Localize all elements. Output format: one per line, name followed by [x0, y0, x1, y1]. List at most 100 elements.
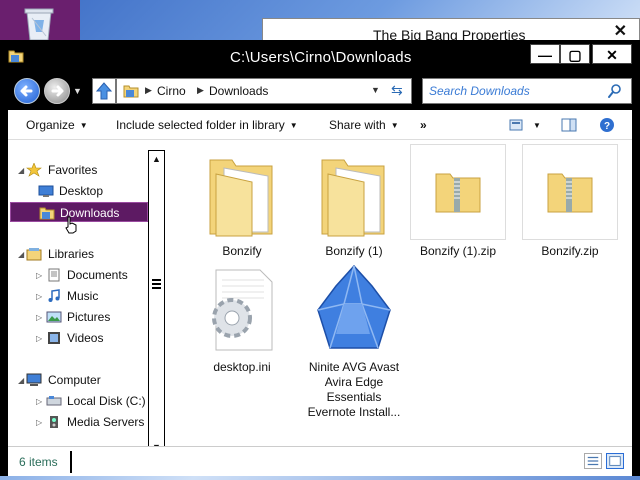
file-name-line: Essentials: [326, 390, 382, 404]
file-name-line: Evernote Install...: [307, 405, 401, 419]
change-view-icon[interactable]: [508, 117, 526, 133]
search-icon[interactable]: [607, 83, 623, 99]
nav-documents[interactable]: Documents: [46, 265, 146, 285]
music-icon: [48, 289, 60, 302]
file-name-line: Avira Edge: [324, 375, 384, 389]
title-bar[interactable]: C:\Users\Cirno\Downloads — ▢ ✕: [0, 40, 640, 72]
address-row: ▼ ▶ Cirno ▶ Downloads ▼ ⇆: [0, 72, 640, 110]
breadcrumb-separator-icon[interactable]: ▶: [197, 85, 204, 96]
forward-button[interactable]: [44, 78, 70, 104]
navigation-pane: ◢ Favorites Desktop Downloads ◢ Librarie…: [8, 140, 166, 446]
file-item-bonzify[interactable]: Bonzify: [192, 140, 292, 270]
collapse-arrow-icon[interactable]: ◢: [18, 376, 24, 385]
search-input[interactable]: [429, 82, 599, 100]
ninite-installer-icon: [317, 264, 391, 349]
organize-menu[interactable]: Organize ▼: [26, 118, 88, 132]
back-button[interactable]: [14, 78, 40, 104]
status-bar: 6 items: [8, 446, 632, 476]
libraries-icon: [26, 248, 42, 261]
folder-icon: [8, 50, 24, 63]
videos-icon: [48, 332, 60, 344]
file-name: Bonzify (1).zip: [419, 244, 497, 258]
window-title: C:\Users\Cirno\Downloads: [230, 49, 412, 66]
nav-media-servers[interactable]: Media Servers: [46, 412, 146, 432]
up-button[interactable]: [92, 78, 116, 104]
collapse-arrow-icon[interactable]: ◢: [18, 166, 24, 175]
search-box[interactable]: [422, 78, 632, 104]
expand-arrow-icon[interactable]: ▷: [36, 334, 42, 343]
nav-local-disk[interactable]: Local Disk (C:): [46, 391, 146, 411]
recent-locations-chevron-icon[interactable]: ▼: [73, 86, 82, 96]
nav-local-disk-label: Local Disk (C:): [67, 394, 146, 408]
include-in-library-menu[interactable]: Include selected folder in library ▼: [116, 118, 298, 132]
refresh-icon[interactable]: ⇆: [391, 82, 403, 99]
address-bar[interactable]: ▶ Cirno ▶ Downloads ▼ ⇆: [116, 78, 412, 104]
nav-music[interactable]: Music: [46, 286, 146, 306]
nav-libraries[interactable]: Libraries: [26, 244, 146, 264]
chevron-down-icon: ▼: [289, 121, 298, 130]
preview-pane-icon[interactable]: [560, 117, 578, 133]
file-item-desktop-ini[interactable]: desktop.ini: [192, 256, 292, 386]
help-icon[interactable]: ?: [598, 117, 616, 133]
expand-arrow-icon[interactable]: ▷: [36, 418, 42, 427]
recycle-bin-icon: [24, 8, 54, 41]
expand-arrow-icon[interactable]: ▷: [36, 292, 42, 301]
scrollbar-grip[interactable]: [152, 279, 161, 289]
navigation-scrollbar[interactable]: ▲ ▼: [148, 150, 165, 456]
breadcrumb-downloads[interactable]: Downloads: [209, 84, 268, 98]
zip-folder-icon: [547, 173, 593, 213]
documents-icon: [48, 268, 60, 282]
expand-arrow-icon[interactable]: ▷: [36, 397, 42, 406]
file-item-bonzify-zip[interactable]: Bonzify.zip: [520, 140, 620, 270]
expand-arrow-icon[interactable]: ▷: [36, 313, 42, 322]
minimize-button[interactable]: —: [530, 44, 560, 64]
chevron-down-icon: ▼: [79, 121, 88, 130]
folder-icon: [209, 159, 273, 237]
hand-cursor-icon: [65, 216, 77, 234]
pictures-icon: [46, 311, 62, 323]
breadcrumb-separator-icon[interactable]: ▶: [145, 85, 152, 96]
include-label: Include selected folder in library: [116, 118, 285, 132]
file-name: Ninite AVG Avast Avira Edge Essentials E…: [304, 360, 404, 420]
large-icons-view-icon[interactable]: [606, 453, 624, 469]
hard-drive-icon: [46, 396, 62, 406]
breadcrumb-cirno[interactable]: Cirno: [157, 84, 186, 98]
nav-downloads[interactable]: Downloads: [10, 202, 148, 222]
file-item-bonzify-1[interactable]: Bonzify (1): [304, 140, 404, 270]
more-commands-button[interactable]: »: [420, 118, 427, 132]
item-count: 6 items: [19, 455, 58, 469]
details-view-icon[interactable]: [584, 453, 602, 469]
nav-videos[interactable]: Videos: [46, 328, 146, 348]
nav-favorites-label: Favorites: [48, 163, 98, 177]
organize-label: Organize: [26, 118, 75, 132]
address-dropdown-chevron-icon[interactable]: ▼: [371, 85, 380, 95]
share-label: Share with: [329, 118, 386, 132]
svg-text:?: ?: [604, 121, 610, 132]
nav-pictures[interactable]: Pictures: [46, 307, 146, 327]
file-name-line: Ninite AVG Avast: [308, 360, 400, 374]
star-icon: [26, 163, 42, 177]
share-with-menu[interactable]: Share with ▼: [329, 118, 399, 132]
collapse-arrow-icon[interactable]: ◢: [18, 250, 24, 259]
arrow-right-icon: [51, 85, 64, 97]
expand-arrow-icon[interactable]: ▷: [36, 271, 42, 280]
background-window-close-button[interactable]: ✕: [614, 21, 627, 41]
close-button[interactable]: ✕: [592, 44, 632, 64]
explorer-window: C:\Users\Cirno\Downloads — ▢ ✕ ▼ ▶ Cirno…: [0, 40, 640, 476]
nav-favorites[interactable]: Favorites: [26, 160, 146, 180]
arrow-left-icon: [20, 85, 33, 97]
downloads-folder-icon: [39, 207, 55, 220]
nav-desktop[interactable]: Desktop: [36, 181, 146, 201]
file-item-bonzify-1-zip[interactable]: Bonzify (1).zip: [408, 140, 508, 270]
file-item-ninite-installer[interactable]: Ninite AVG Avast Avira Edge Essentials E…: [304, 256, 404, 426]
command-bar: Organize ▼ Include selected folder in lib…: [8, 110, 632, 140]
nav-desktop-label: Desktop: [59, 184, 104, 198]
maximize-button[interactable]: ▢: [560, 44, 590, 64]
nav-pictures-label: Pictures: [67, 310, 111, 324]
nav-computer[interactable]: Computer: [26, 370, 146, 390]
media-server-icon: [50, 416, 58, 428]
nav-documents-label: Documents: [67, 268, 128, 282]
view-options-chevron-icon[interactable]: ▼: [533, 121, 541, 130]
nav-music-label: Music: [67, 289, 99, 303]
scroll-up-arrow-icon[interactable]: ▲: [149, 151, 164, 167]
